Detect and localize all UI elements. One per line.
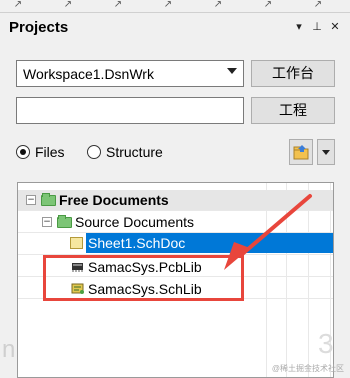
pin-icon[interactable]: ⊥ xyxy=(310,20,324,34)
files-radio[interactable] xyxy=(16,145,30,159)
panel-title: Projects xyxy=(9,19,69,36)
arrow-tool-icon[interactable]: ↗ xyxy=(260,0,276,10)
collapse-root-icon[interactable]: − xyxy=(26,195,36,205)
files-radio-label[interactable]: Files xyxy=(35,144,65,160)
folder-icon xyxy=(57,215,72,228)
workspace-combo-value: Workspace1.DsnWrk xyxy=(23,66,154,82)
chevron-down-icon xyxy=(227,68,237,74)
panel-menu-icon[interactable]: ▾ xyxy=(292,20,306,34)
arrow-tool-icon[interactable]: ↗ xyxy=(160,0,176,10)
project-field[interactable] xyxy=(16,97,244,124)
background-ghost-text: 3 xyxy=(318,328,334,359)
collapse-group-icon[interactable]: − xyxy=(42,217,52,227)
open-folder-button[interactable] xyxy=(289,139,313,165)
workspace-button[interactable]: 工作台 xyxy=(251,60,335,87)
tree-group-label[interactable]: Source Documents xyxy=(75,214,194,230)
watermark: @稀土掘金技术社区 xyxy=(271,364,344,373)
project-button[interactable]: 工程 xyxy=(251,97,335,124)
arrow-tool-icon[interactable]: ↗ xyxy=(210,0,226,10)
annotation-arrow-icon xyxy=(224,194,312,270)
arrow-tool-icon[interactable]: ↗ xyxy=(310,0,326,10)
arrow-tool-icon[interactable]: ↗ xyxy=(10,0,26,10)
structure-radio-label[interactable]: Structure xyxy=(106,144,163,160)
schdoc-icon xyxy=(70,237,83,249)
top-toolbar: ↗ ↗ ↗ ↗ ↗ ↗ ↗ xyxy=(0,0,350,13)
tree-root-label[interactable]: Free Documents xyxy=(59,192,169,208)
folder-icon xyxy=(41,193,56,206)
chevron-down-icon xyxy=(322,150,330,155)
close-icon[interactable]: ✕ xyxy=(328,20,342,34)
arrow-tool-icon[interactable]: ↗ xyxy=(110,0,126,10)
background-ghost-text: n xyxy=(2,336,16,363)
arrow-tool-icon[interactable]: ↗ xyxy=(60,0,76,10)
structure-radio[interactable] xyxy=(87,145,101,159)
open-folder-icon xyxy=(293,145,309,160)
open-dropdown-button[interactable] xyxy=(317,139,335,165)
workspace-combo[interactable]: Workspace1.DsnWrk xyxy=(16,60,244,87)
tree-item-schdoc[interactable]: Sheet1.SchDoc xyxy=(88,235,185,251)
